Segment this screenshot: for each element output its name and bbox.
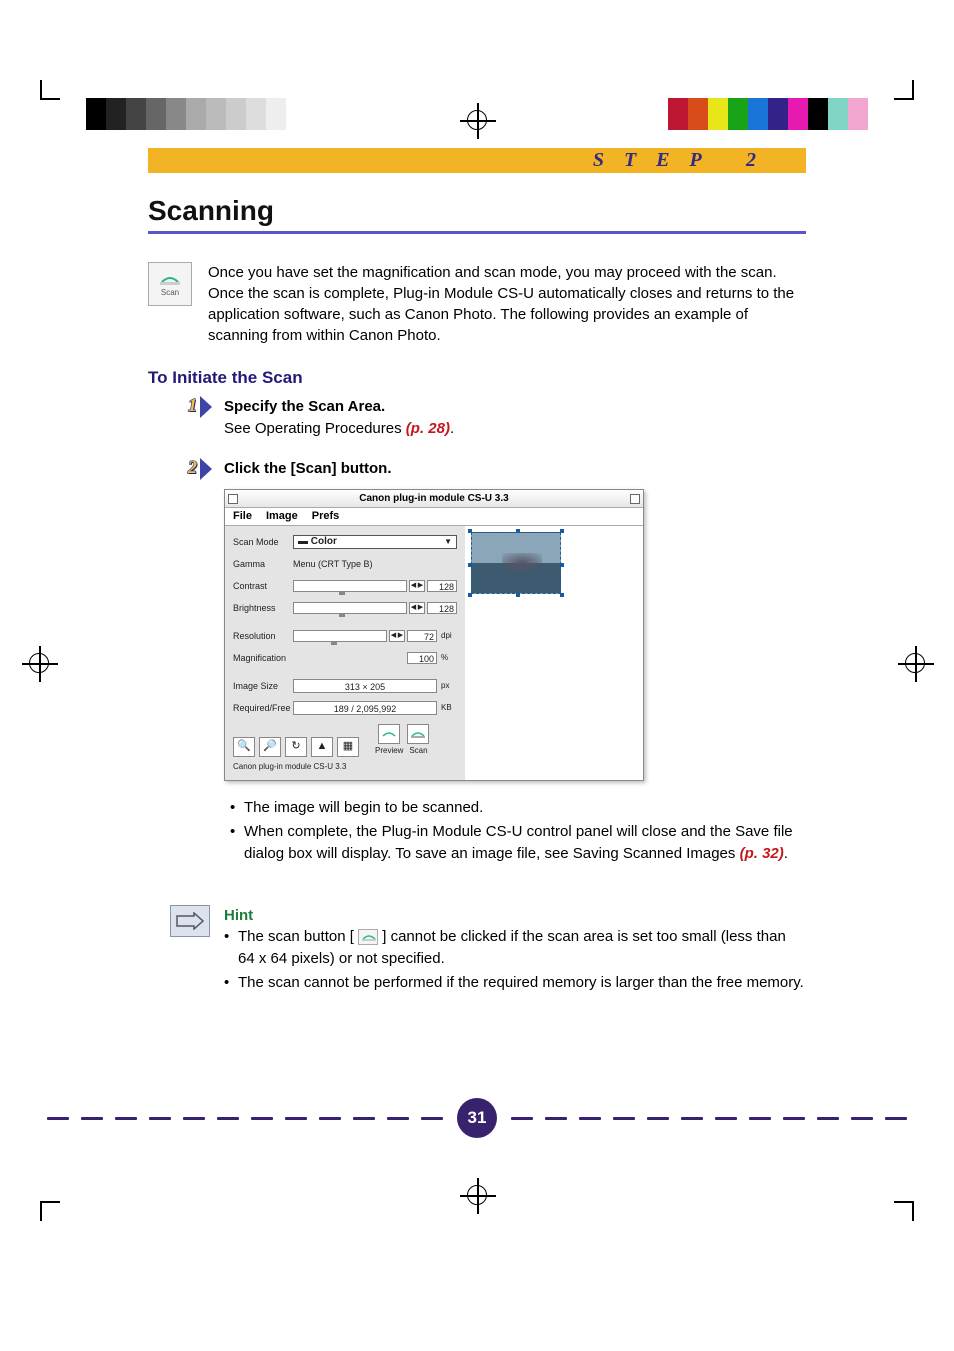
preview-label: Preview <box>375 745 403 757</box>
page-number: 31 <box>457 1098 497 1138</box>
bullet-2: When complete, the Plug-in Module CS-U c… <box>244 821 806 865</box>
hint-title: Hint <box>224 905 806 927</box>
histogram-icon[interactable]: ▲ <box>311 737 333 757</box>
scan-icon: Scan <box>148 262 192 306</box>
hint-item-2: The scan cannot be performed if the requ… <box>224 972 806 994</box>
color-bars <box>668 98 868 130</box>
gamma-label: Gamma <box>233 558 293 571</box>
registration-mark <box>29 653 49 673</box>
magnification-value: 100 <box>407 652 437 664</box>
resolution-value: 72 <box>407 630 437 642</box>
resolution-unit: dpi <box>439 630 457 642</box>
scan-button[interactable] <box>407 724 429 744</box>
resolution-label: Resolution <box>233 630 293 643</box>
scan-mode-select[interactable]: ▬ Color▼ <box>293 535 457 549</box>
crop-mark <box>40 98 60 100</box>
screenshot-panel: Canon plug-in module CS-U 3.3 File Image… <box>224 489 644 781</box>
intro-text: Once you have set the magnification and … <box>208 262 806 346</box>
page-title: Scanning <box>148 195 806 234</box>
magnification-unit: % <box>439 652 457 664</box>
brightness-slider[interactable] <box>293 602 407 614</box>
resolution-spinner[interactable]: ◀▶ <box>389 630 405 642</box>
menu-prefs[interactable]: Prefs <box>312 509 340 525</box>
required-free-value: 189 / 2,095,992 <box>293 701 437 715</box>
header-band: STEP 2 <box>148 148 806 173</box>
hint-item-1: The scan button [ ] cannot be clicked if… <box>224 926 806 970</box>
registration-mark <box>905 653 925 673</box>
resolution-slider[interactable] <box>293 630 387 642</box>
preview-image[interactable] <box>471 532 561 594</box>
required-free-unit: KB <box>439 702 457 714</box>
crop-mark <box>894 1201 914 1203</box>
scan-button-inline-icon <box>358 929 378 945</box>
page-ref-32[interactable]: (p. 32) <box>740 845 784 862</box>
window-titlebar: Canon plug-in module CS-U 3.3 <box>225 490 643 508</box>
zoom-out-icon[interactable]: 🔎 <box>259 737 281 757</box>
preview-button[interactable] <box>378 724 400 744</box>
printer-marks-top <box>0 98 954 138</box>
step-label: STEP 2 <box>593 149 776 171</box>
step-1-body: See Operating Procedures (p. 28). <box>224 418 806 440</box>
required-free-label: Required/Free <box>233 702 293 715</box>
scan-label: Scan <box>409 745 427 757</box>
bullet-1: The image will begin to be scanned. <box>244 797 806 819</box>
registration-mark <box>467 1185 487 1205</box>
hint-icon <box>170 905 210 937</box>
section-heading: To Initiate the Scan <box>148 368 806 388</box>
crop-mark <box>40 1201 60 1203</box>
image-size-label: Image Size <box>233 680 293 693</box>
negative-icon[interactable]: ▦ <box>337 737 359 757</box>
scan-mode-label: Scan Mode <box>233 536 293 549</box>
image-size-value: 313 × 205 <box>293 679 437 693</box>
grayscale-bars <box>86 98 286 130</box>
contrast-spinner[interactable]: ◀▶ <box>409 580 425 592</box>
rotate-icon[interactable]: ↻ <box>285 737 307 757</box>
magnification-label: Magnification <box>233 652 293 665</box>
brightness-value: 128 <box>427 602 457 614</box>
menu-file[interactable]: File <box>233 509 252 525</box>
zoom-in-icon[interactable]: 🔍 <box>233 737 255 757</box>
step-1-title: Specify the Scan Area. <box>224 396 806 418</box>
menu-bar: File Image Prefs <box>225 508 643 526</box>
step-number-2: 22 <box>188 458 210 480</box>
step-number-1: 11 <box>188 396 210 418</box>
menu-image[interactable]: Image <box>266 509 298 525</box>
page-ref-28[interactable]: (p. 28) <box>406 420 450 437</box>
scan-icon-label: Scan <box>161 288 179 297</box>
brightness-spinner[interactable]: ◀▶ <box>409 602 425 614</box>
registration-mark <box>467 110 487 130</box>
contrast-value: 128 <box>427 580 457 592</box>
image-size-unit: px <box>439 680 457 692</box>
window-title: Canon plug-in module CS-U 3.3 <box>359 492 508 507</box>
zoom-box-icon[interactable] <box>630 494 640 504</box>
contrast-slider[interactable] <box>293 580 407 592</box>
close-box-icon[interactable] <box>228 494 238 504</box>
gamma-value: Menu (CRT Type B) <box>293 558 373 571</box>
page-footer: 31 <box>0 1098 954 1138</box>
status-text: Canon plug-in module CS-U 3.3 <box>233 761 457 773</box>
crop-mark <box>894 98 914 100</box>
brightness-label: Brightness <box>233 602 293 615</box>
contrast-label: Contrast <box>233 580 293 593</box>
step-2-title: Click the [Scan] button. <box>224 458 806 480</box>
